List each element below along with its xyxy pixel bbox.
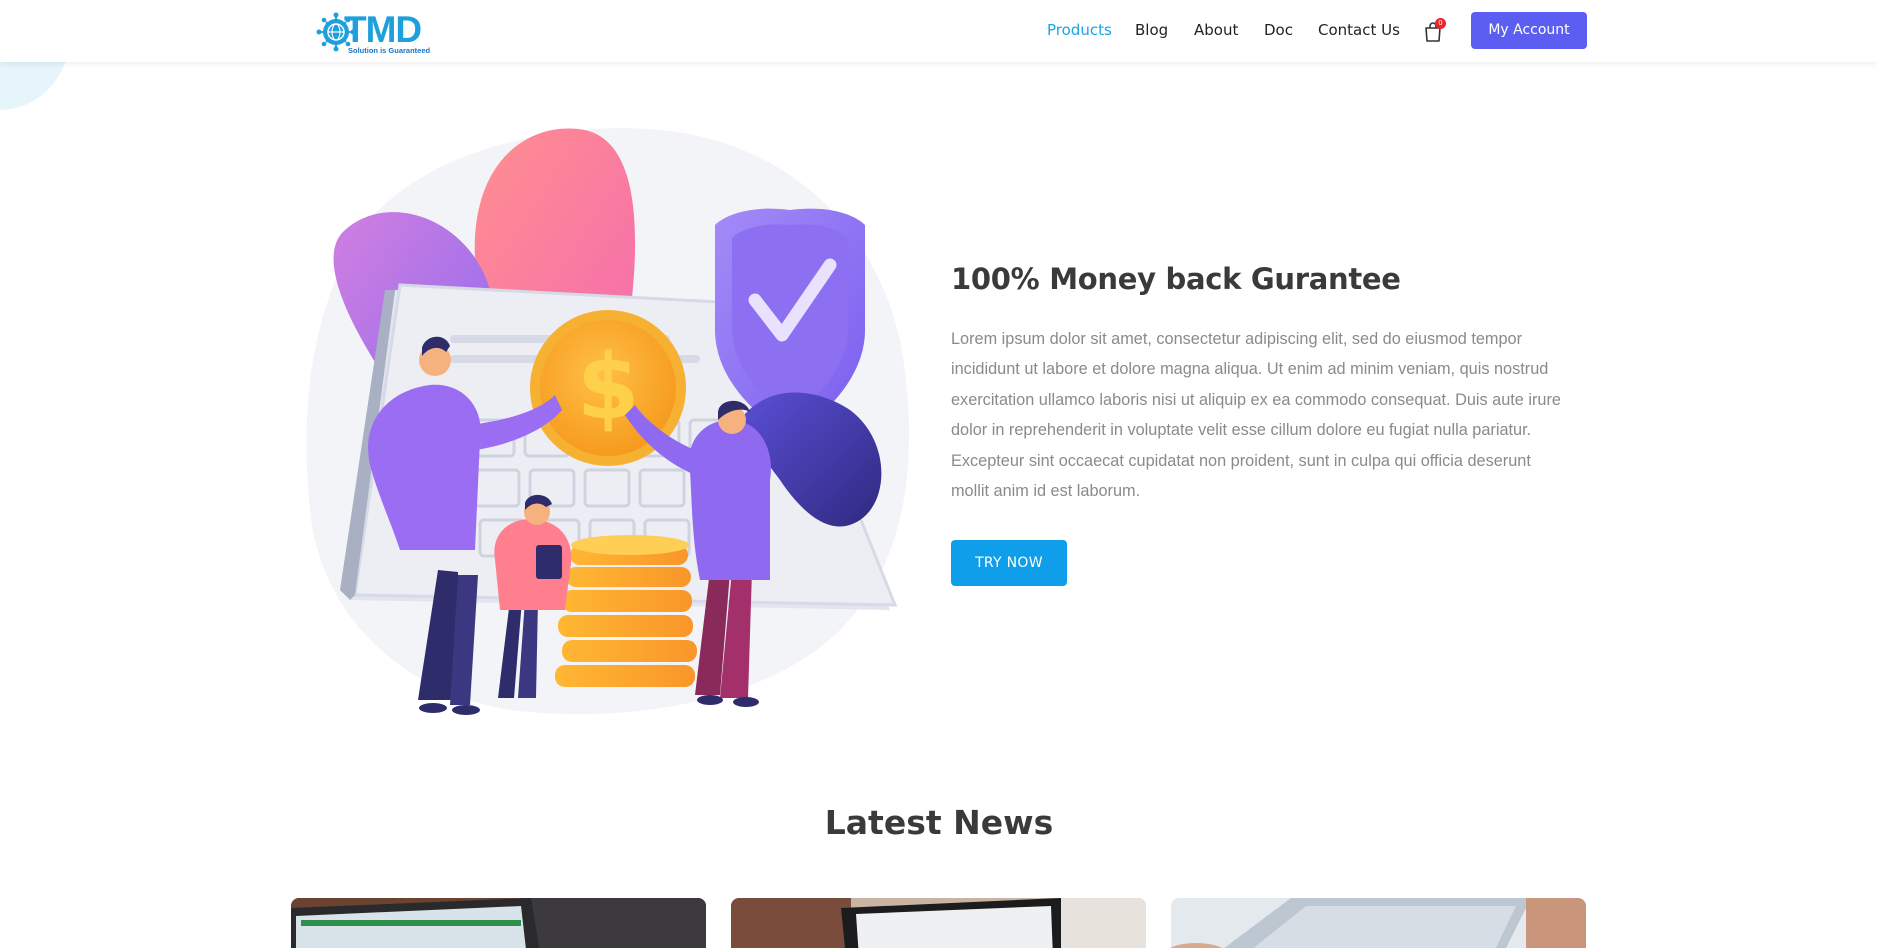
logo-wordmark: TMD xyxy=(344,9,422,50)
latest-news-heading: Latest News xyxy=(824,803,1054,842)
money-back-illustration: $ xyxy=(306,128,910,715)
nav-item-blog[interactable]: Blog xyxy=(1135,21,1168,39)
news-card-image xyxy=(731,898,1146,948)
hero-title: 100% Money back Gurantee xyxy=(951,262,1401,296)
cart-button[interactable]: 0 xyxy=(1421,18,1446,43)
nav-item-products[interactable]: Products xyxy=(1047,21,1112,39)
news-card-2[interactable] xyxy=(731,898,1146,948)
nav-item-about[interactable]: About xyxy=(1194,21,1238,39)
hero-description: Lorem ipsum dolor sit amet, consectetur … xyxy=(951,330,1561,501)
my-account-button[interactable]: My Account xyxy=(1471,12,1587,49)
news-card-image xyxy=(291,898,706,948)
news-card-3[interactable] xyxy=(1171,898,1586,948)
news-card-1[interactable] xyxy=(291,898,706,948)
site-header: TMD Solution is Guaranteed Products Blog… xyxy=(0,0,1878,62)
logo[interactable]: TMD Solution is Guaranteed xyxy=(314,8,452,56)
logo-tagline: Solution is Guaranteed xyxy=(348,46,431,55)
nav-item-contact-us[interactable]: Contact Us xyxy=(1318,21,1400,39)
news-card-image xyxy=(1171,898,1586,948)
nav-item-doc[interactable]: Doc xyxy=(1264,21,1293,39)
svg-text:$: $ xyxy=(577,335,640,440)
cart-count-badge: 0 xyxy=(1435,18,1446,29)
try-now-button[interactable]: TRY NOW xyxy=(951,540,1067,586)
